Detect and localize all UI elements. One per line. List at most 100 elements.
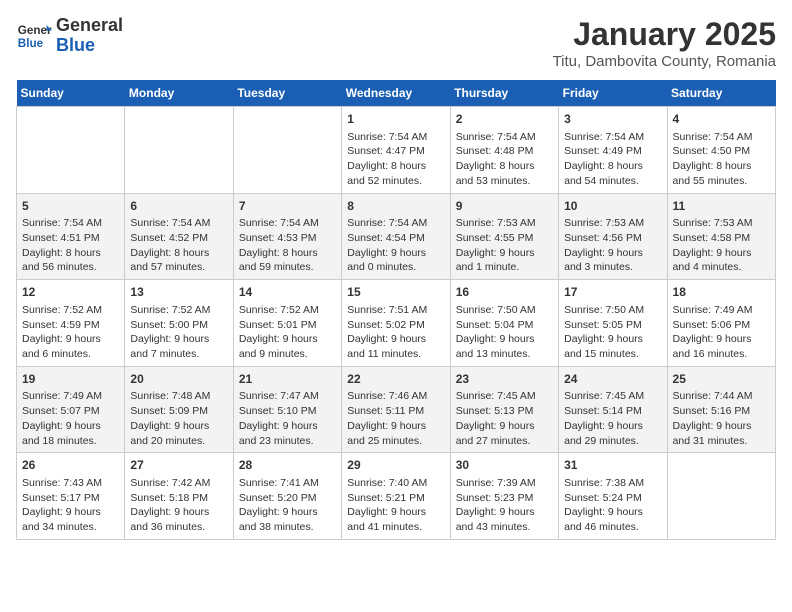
- day-number: 31: [564, 457, 661, 474]
- day-detail: Sunrise: 7:51 AM Sunset: 5:02 PM Dayligh…: [347, 303, 444, 362]
- calendar-header: Sunday Monday Tuesday Wednesday Thursday…: [17, 80, 776, 107]
- day-number: 9: [456, 198, 553, 215]
- day-detail: Sunrise: 7:41 AM Sunset: 5:20 PM Dayligh…: [239, 476, 336, 535]
- day-number: 21: [239, 371, 336, 388]
- day-number: 5: [22, 198, 119, 215]
- calendar-body: 1 Sunrise: 7:54 AM Sunset: 4:47 PM Daylig…: [17, 107, 776, 540]
- logo-icon: General Blue: [16, 18, 52, 54]
- svg-text:Blue: Blue: [18, 37, 44, 50]
- day-number: 23: [456, 371, 553, 388]
- day-detail: Sunrise: 7:54 AM Sunset: 4:48 PM Dayligh…: [456, 130, 553, 189]
- day-number: 19: [22, 371, 119, 388]
- calendar-cell: 1 Sunrise: 7:54 AM Sunset: 4:47 PM Daylig…: [342, 107, 450, 194]
- day-detail: Sunrise: 7:46 AM Sunset: 5:11 PM Dayligh…: [347, 389, 444, 448]
- calendar-week-row: 1 Sunrise: 7:54 AM Sunset: 4:47 PM Daylig…: [17, 107, 776, 194]
- col-saturday: Saturday: [667, 80, 775, 107]
- day-detail: Sunrise: 7:47 AM Sunset: 5:10 PM Dayligh…: [239, 389, 336, 448]
- col-monday: Monday: [125, 80, 233, 107]
- calendar-cell: 10Sunrise: 7:53 AM Sunset: 4:56 PM Dayli…: [559, 193, 667, 280]
- calendar-cell: 6Sunrise: 7:54 AM Sunset: 4:52 PM Daylig…: [125, 193, 233, 280]
- day-detail: Sunrise: 7:54 AM Sunset: 4:51 PM Dayligh…: [22, 216, 119, 275]
- calendar-cell: 13 Sunrise: 7:52 AM Sunset: 5:00 PM Dayli…: [125, 280, 233, 367]
- day-detail: Sunrise: 7:42 AM Sunset: 5:18 PM Dayligh…: [130, 476, 227, 535]
- calendar-cell: [233, 107, 341, 194]
- day-detail: Sunrise: 7:52 AM Sunset: 5:00 PM Dayligh…: [130, 303, 227, 362]
- col-wednesday: Wednesday: [342, 80, 450, 107]
- day-number: 26: [22, 457, 119, 474]
- day-number: 29: [347, 457, 444, 474]
- day-number: 2: [456, 111, 553, 128]
- header: General Blue General Blue January 2025 T…: [16, 16, 776, 70]
- calendar-cell: 23Sunrise: 7:45 AM Sunset: 5:13 PM Dayli…: [450, 366, 558, 453]
- title-block: January 2025 Titu, Dambovita County, Rom…: [553, 16, 776, 70]
- day-number: 22: [347, 371, 444, 388]
- day-detail: Sunrise: 7:53 AM Sunset: 4:56 PM Dayligh…: [564, 216, 661, 275]
- calendar-cell: 30Sunrise: 7:39 AM Sunset: 5:23 PM Dayli…: [450, 453, 558, 540]
- col-tuesday: Tuesday: [233, 80, 341, 107]
- calendar-cell: 29 Sunrise: 7:40 AM Sunset: 5:21 PM Dayli…: [342, 453, 450, 540]
- day-number: 30: [456, 457, 553, 474]
- calendar-title: January 2025: [553, 16, 776, 53]
- day-detail: Sunrise: 7:49 AM Sunset: 5:06 PM Dayligh…: [673, 303, 770, 362]
- day-number: 28: [239, 457, 336, 474]
- day-detail: Sunrise: 7:52 AM Sunset: 5:01 PM Dayligh…: [239, 303, 336, 362]
- day-detail: Sunrise: 7:54 AM Sunset: 4:50 PM Dayligh…: [673, 130, 770, 189]
- day-detail: Sunrise: 7:54 AM Sunset: 4:53 PM Dayligh…: [239, 216, 336, 275]
- calendar-cell: 21Sunrise: 7:47 AM Sunset: 5:10 PM Dayli…: [233, 366, 341, 453]
- calendar-cell: 14 Sunrise: 7:52 AM Sunset: 5:01 PM Dayli…: [233, 280, 341, 367]
- day-number: 10: [564, 198, 661, 215]
- calendar-cell: 26 Sunrise: 7:43 AM Sunset: 5:17 PM Dayli…: [17, 453, 125, 540]
- calendar-cell: [125, 107, 233, 194]
- calendar-cell: 9Sunrise: 7:53 AM Sunset: 4:55 PM Daylig…: [450, 193, 558, 280]
- day-number: 25: [673, 371, 770, 388]
- logo-general-text: General: [56, 16, 123, 36]
- calendar-cell: 25Sunrise: 7:44 AM Sunset: 5:16 PM Dayli…: [667, 366, 775, 453]
- day-number: 24: [564, 371, 661, 388]
- day-number: 16: [456, 284, 553, 301]
- day-number: 13: [130, 284, 227, 301]
- calendar-cell: [667, 453, 775, 540]
- calendar-cell: 17Sunrise: 7:50 AM Sunset: 5:05 PM Dayli…: [559, 280, 667, 367]
- calendar-cell: 28 Sunrise: 7:41 AM Sunset: 5:20 PM Dayli…: [233, 453, 341, 540]
- calendar-cell: 18 Sunrise: 7:49 AM Sunset: 5:06 PM Dayli…: [667, 280, 775, 367]
- calendar-cell: 8Sunrise: 7:54 AM Sunset: 4:54 PM Daylig…: [342, 193, 450, 280]
- day-detail: Sunrise: 7:44 AM Sunset: 5:16 PM Dayligh…: [673, 389, 770, 448]
- day-detail: Sunrise: 7:40 AM Sunset: 5:21 PM Dayligh…: [347, 476, 444, 535]
- day-detail: Sunrise: 7:50 AM Sunset: 5:05 PM Dayligh…: [564, 303, 661, 362]
- day-detail: Sunrise: 7:53 AM Sunset: 4:55 PM Dayligh…: [456, 216, 553, 275]
- col-thursday: Thursday: [450, 80, 558, 107]
- day-detail: Sunrise: 7:48 AM Sunset: 5:09 PM Dayligh…: [130, 389, 227, 448]
- col-sunday: Sunday: [17, 80, 125, 107]
- day-number: 6: [130, 198, 227, 215]
- day-number: 3: [564, 111, 661, 128]
- day-number: 4: [673, 111, 770, 128]
- day-number: 1: [347, 111, 444, 128]
- calendar-table: Sunday Monday Tuesday Wednesday Thursday…: [16, 80, 776, 540]
- day-number: 12: [22, 284, 119, 301]
- day-detail: Sunrise: 7:45 AM Sunset: 5:13 PM Dayligh…: [456, 389, 553, 448]
- day-detail: Sunrise: 7:54 AM Sunset: 4:49 PM Dayligh…: [564, 130, 661, 189]
- day-number: 14: [239, 284, 336, 301]
- calendar-cell: 24Sunrise: 7:45 AM Sunset: 5:14 PM Dayli…: [559, 366, 667, 453]
- day-detail: Sunrise: 7:49 AM Sunset: 5:07 PM Dayligh…: [22, 389, 119, 448]
- logo: General Blue General Blue: [16, 16, 123, 56]
- calendar-cell: 4 Sunrise: 7:54 AM Sunset: 4:50 PM Daylig…: [667, 107, 775, 194]
- calendar-cell: 27Sunrise: 7:42 AM Sunset: 5:18 PM Dayli…: [125, 453, 233, 540]
- calendar-cell: 7Sunrise: 7:54 AM Sunset: 4:53 PM Daylig…: [233, 193, 341, 280]
- day-number: 7: [239, 198, 336, 215]
- col-friday: Friday: [559, 80, 667, 107]
- calendar-cell: 19Sunrise: 7:49 AM Sunset: 5:07 PM Dayli…: [17, 366, 125, 453]
- day-detail: Sunrise: 7:43 AM Sunset: 5:17 PM Dayligh…: [22, 476, 119, 535]
- calendar-cell: 3 Sunrise: 7:54 AM Sunset: 4:49 PM Daylig…: [559, 107, 667, 194]
- calendar-cell: 16Sunrise: 7:50 AM Sunset: 5:04 PM Dayli…: [450, 280, 558, 367]
- logo-blue-text: Blue: [56, 36, 123, 56]
- calendar-week-row: 12Sunrise: 7:52 AM Sunset: 4:59 PM Dayli…: [17, 280, 776, 367]
- days-header-row: Sunday Monday Tuesday Wednesday Thursday…: [17, 80, 776, 107]
- day-number: 20: [130, 371, 227, 388]
- calendar-cell: 31Sunrise: 7:38 AM Sunset: 5:24 PM Dayli…: [559, 453, 667, 540]
- day-detail: Sunrise: 7:54 AM Sunset: 4:47 PM Dayligh…: [347, 130, 444, 189]
- calendar-cell: 20Sunrise: 7:48 AM Sunset: 5:09 PM Dayli…: [125, 366, 233, 453]
- day-number: 18: [673, 284, 770, 301]
- calendar-cell: 22Sunrise: 7:46 AM Sunset: 5:11 PM Dayli…: [342, 366, 450, 453]
- calendar-cell: 2 Sunrise: 7:54 AM Sunset: 4:48 PM Daylig…: [450, 107, 558, 194]
